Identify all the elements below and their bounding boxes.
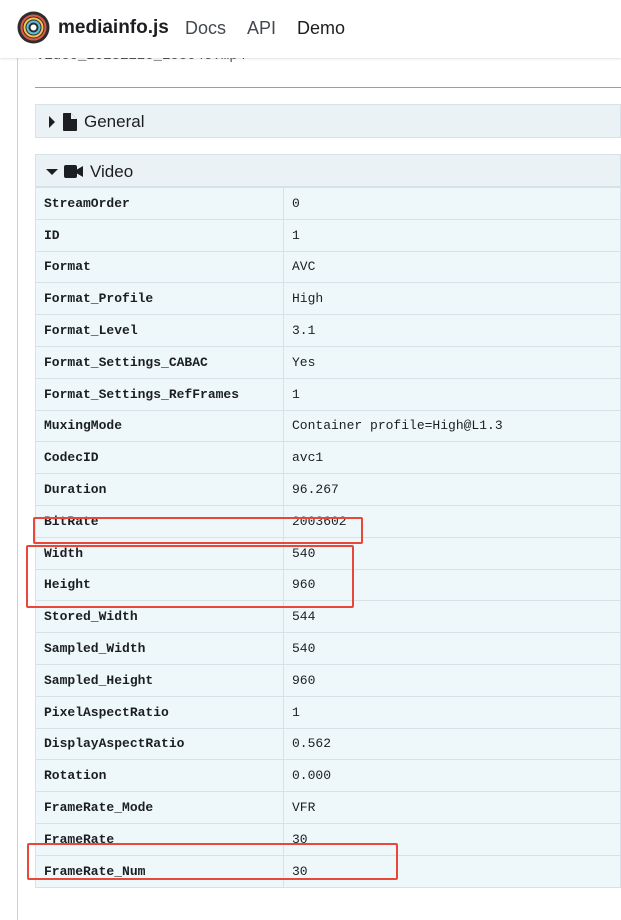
- table-row: CodecID avc1: [35, 441, 621, 475]
- file-icon: [63, 113, 77, 131]
- property-key: Duration: [35, 473, 284, 506]
- property-key: Format_Profile: [35, 282, 284, 316]
- property-key: Rotation: [35, 759, 284, 793]
- table-row: Rotation 0.000: [35, 759, 621, 793]
- property-value: 960: [283, 568, 621, 602]
- table-row: Stored_Width 544: [35, 600, 621, 634]
- property-value: High: [283, 282, 621, 316]
- table-row: Format_Level 3.1: [35, 314, 621, 347]
- section-title-general: General: [84, 112, 145, 131]
- property-key: StreamOrder: [35, 187, 284, 220]
- table-row: FrameRate 30: [35, 822, 621, 856]
- table-row: PixelAspectRatio 1: [35, 695, 621, 729]
- caret-right-icon: [49, 116, 55, 128]
- navbar: mediainfo.js Docs API Demo: [0, 0, 621, 58]
- property-value: 0.000: [283, 759, 621, 793]
- section-video[interactable]: Video: [35, 154, 621, 187]
- property-value: 0.562: [283, 727, 621, 761]
- table-row: Sampled_Width 540: [35, 632, 621, 665]
- table-row: Format_Settings_RefFrames 1: [35, 377, 621, 411]
- table-row: Format AVC: [35, 250, 621, 284]
- property-value: avc1: [283, 441, 621, 475]
- mediainfo-logo-icon[interactable]: [17, 11, 50, 44]
- property-value: 1: [283, 218, 621, 252]
- video-properties-table: StreamOrder 0 ID 1 Format AVC Format_Profile Hi…: [35, 187, 621, 888]
- property-value: 544: [283, 600, 621, 634]
- property-key: CodecID: [35, 441, 284, 475]
- section-title-video: Video: [90, 162, 134, 181]
- property-key: Sampled_Width: [35, 632, 284, 665]
- property-key: FrameRate_Mode: [35, 791, 284, 824]
- table-row: MuxingMode Container profile=High@L1.3: [35, 409, 621, 443]
- table-row: BitRate 2003602: [35, 504, 621, 538]
- property-value: 960: [283, 663, 621, 697]
- property-key: FrameRate: [35, 822, 284, 856]
- property-key: BitRate: [35, 504, 284, 538]
- property-value: 30: [283, 854, 621, 888]
- table-row: Height 960: [35, 568, 621, 602]
- property-value: Container profile=High@L1.3: [283, 409, 621, 443]
- table-row: Format_Settings_CABAC Yes: [35, 345, 621, 379]
- property-key: Width: [35, 536, 284, 570]
- property-key: PixelAspectRatio: [35, 695, 284, 729]
- property-value: VFR: [283, 791, 621, 824]
- section-general[interactable]: General: [35, 104, 621, 138]
- property-key: Stored_Width: [35, 600, 284, 634]
- brand-title[interactable]: mediainfo.js: [58, 15, 169, 41]
- property-key: ID: [35, 218, 284, 252]
- table-row: ID 1: [35, 218, 621, 252]
- property-key: Format_Settings_CABAC: [35, 345, 284, 379]
- property-value: Yes: [283, 345, 621, 379]
- property-key: Format_Level: [35, 314, 284, 347]
- table-row: FrameRate_Mode VFR: [35, 791, 621, 824]
- property-value: 30: [283, 822, 621, 856]
- property-value: 2003602: [283, 504, 621, 538]
- table-row: Sampled_Height 960: [35, 663, 621, 697]
- table-row: DisplayAspectRatio 0.562: [35, 727, 621, 761]
- table-row: Duration 96.267: [35, 473, 621, 506]
- property-value: 1: [283, 695, 621, 729]
- property-value: 540: [283, 536, 621, 570]
- caret-down-icon: [46, 169, 58, 175]
- nav-link-api[interactable]: API: [247, 15, 276, 41]
- property-key: FrameRate_Num: [35, 854, 284, 888]
- nav-link-demo[interactable]: Demo: [297, 15, 345, 41]
- video-camera-icon: [64, 165, 83, 178]
- property-value: 540: [283, 632, 621, 665]
- property-value: 3.1: [283, 314, 621, 347]
- table-row: Width 540: [35, 536, 621, 570]
- property-key: Sampled_Height: [35, 663, 284, 697]
- nav-link-docs[interactable]: Docs: [185, 15, 226, 41]
- property-value: 96.267: [283, 473, 621, 506]
- file-divider: [35, 87, 621, 88]
- property-value: 1: [283, 377, 621, 411]
- property-value: AVC: [283, 250, 621, 284]
- property-value: 0: [283, 187, 621, 220]
- table-row: FrameRate_Num 30: [35, 854, 621, 888]
- property-key: DisplayAspectRatio: [35, 727, 284, 761]
- property-key: Height: [35, 568, 284, 602]
- property-key: MuxingMode: [35, 409, 284, 443]
- property-key: Format: [35, 250, 284, 284]
- table-row: Format_Profile High: [35, 282, 621, 316]
- property-key: Format_Settings_RefFrames: [35, 377, 284, 411]
- table-row: StreamOrder 0: [35, 187, 621, 220]
